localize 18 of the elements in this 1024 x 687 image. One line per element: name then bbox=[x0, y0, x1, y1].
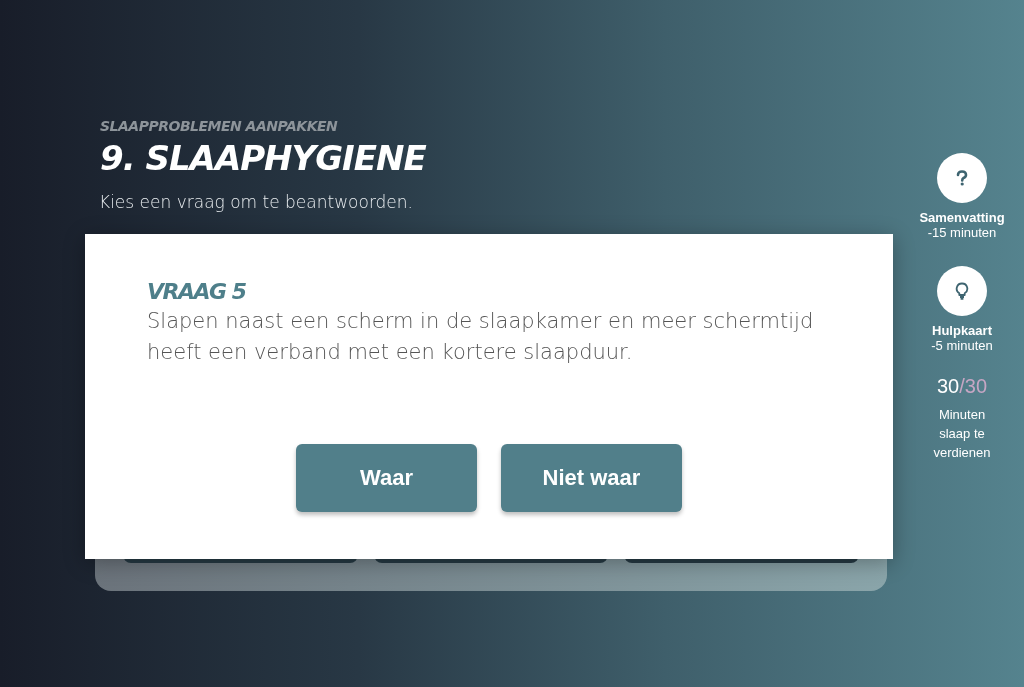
question-label: VRAAG 5 bbox=[147, 279, 247, 304]
answer-button[interactable]: Waar bbox=[296, 444, 477, 512]
section-eyebrow: SLAAPPROBLEMEN AANPAKKEN bbox=[99, 118, 339, 134]
help-button[interactable] bbox=[937, 266, 987, 316]
answer-button[interactable]: Niet waar bbox=[501, 444, 682, 512]
question-text: Slapen naast een scherm in de slaapkamer en meer schermtijd heeft een verband met een kortere slaapduur. bbox=[147, 308, 815, 366]
help-button[interactable] bbox=[937, 153, 987, 203]
page-title: 9. SLAAPHYGIENE bbox=[99, 138, 428, 178]
instruction-text: Kies een vraag om te beantwoorden. bbox=[98, 192, 414, 212]
help-cost: -5 minuten bbox=[931, 338, 993, 353]
score-total: /30 bbox=[959, 375, 988, 397]
help-label: Hulpkaart bbox=[932, 323, 992, 338]
score-caption: Minuten slaap te verdienen bbox=[932, 406, 992, 462]
help-cost: -15 minuten bbox=[927, 225, 997, 240]
question-icon bbox=[956, 170, 968, 186]
lightbulb-icon bbox=[955, 282, 969, 300]
score-value: 30 bbox=[936, 375, 960, 397]
help-label: Samenvatting bbox=[919, 210, 1005, 225]
